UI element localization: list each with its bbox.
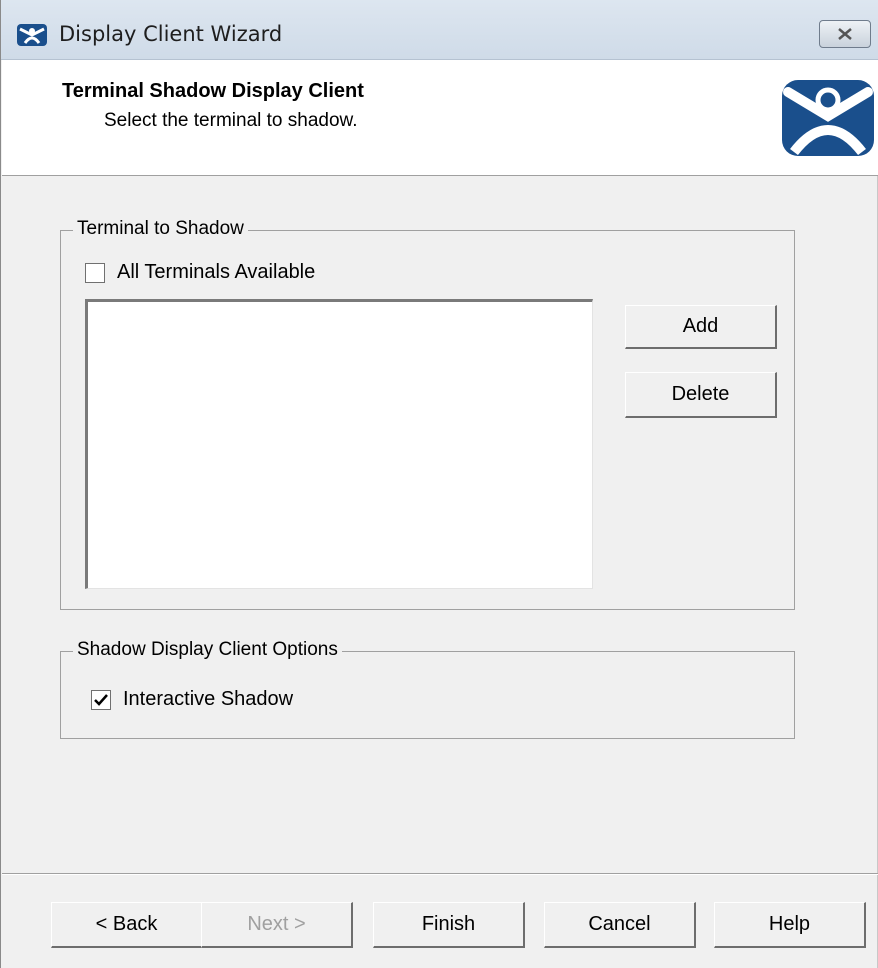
page-title: Terminal Shadow Display Client	[62, 80, 364, 102]
terminal-to-shadow-group: Terminal to Shadow All Terminals Availab…	[60, 218, 795, 610]
window-title: Display Client Wizard	[59, 22, 283, 46]
help-button[interactable]: Help	[714, 902, 866, 948]
all-terminals-checkbox[interactable]	[85, 262, 105, 283]
thinmanager-logo-icon	[782, 80, 874, 156]
title-bar[interactable]: Display Client Wizard	[1, 0, 878, 60]
interactive-shadow-checkbox[interactable]	[91, 689, 111, 710]
app-icon	[17, 24, 47, 46]
checkmark-icon	[94, 693, 108, 706]
options-group-legend: Shadow Display Client Options	[73, 639, 342, 661]
close-icon	[838, 28, 852, 40]
footer-divider	[2, 873, 878, 875]
shadow-options-group: Shadow Display Client Options Interactiv…	[60, 639, 795, 739]
interactive-shadow-label: Interactive Shadow	[123, 688, 294, 710]
wizard-window: Display Client Wizard Terminal Shadow Di…	[0, 0, 878, 968]
interactive-shadow-row[interactable]: Interactive Shadow	[91, 688, 293, 711]
next-button[interactable]: Next >	[201, 902, 353, 948]
wizard-header: Terminal Shadow Display Client Select th…	[2, 60, 878, 176]
terminal-listbox[interactable]	[85, 299, 593, 589]
all-terminals-label: All Terminals Available	[117, 261, 316, 283]
close-button[interactable]	[819, 20, 871, 48]
cancel-button[interactable]: Cancel	[544, 902, 696, 948]
back-button[interactable]: < Back	[51, 902, 203, 948]
add-button[interactable]: Add	[625, 305, 777, 349]
terminal-group-legend: Terminal to Shadow	[73, 218, 248, 240]
finish-button[interactable]: Finish	[373, 902, 525, 948]
delete-button[interactable]: Delete	[625, 372, 777, 418]
all-terminals-row[interactable]: All Terminals Available	[85, 261, 315, 284]
page-subtitle: Select the terminal to shadow.	[104, 110, 358, 131]
